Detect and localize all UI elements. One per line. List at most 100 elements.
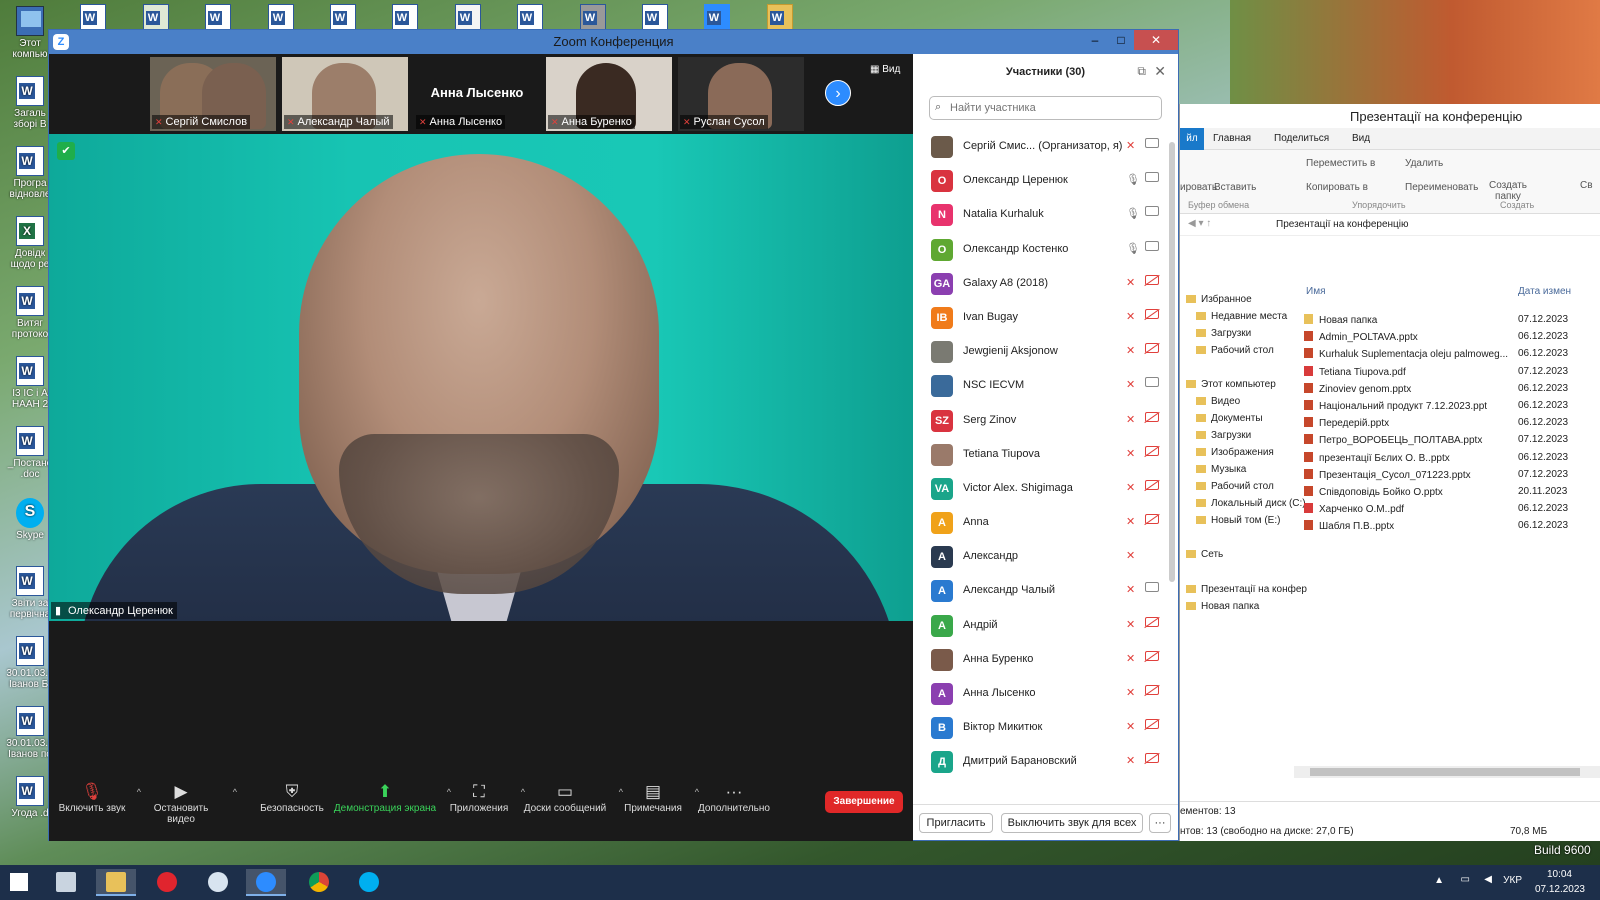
close-icon[interactable]: ✕ [1134, 30, 1178, 50]
video-camera-icon[interactable] [1145, 206, 1159, 217]
word-doc-icon[interactable] [205, 4, 231, 32]
clock-time[interactable]: 10:04 [1547, 869, 1572, 880]
column-date[interactable]: Дата измен [1518, 286, 1571, 297]
video-off-icon[interactable] [1145, 343, 1159, 354]
muted-mic-icon[interactable]: ✕ [1126, 413, 1135, 426]
muted-mic-icon[interactable]: ✕ [1126, 618, 1135, 631]
participant-row[interactable]: А Анна Лысенко ✕ [913, 677, 1178, 711]
apps-button[interactable]: ⛶ Приложения ^ [447, 781, 525, 814]
file-name[interactable]: Admin_POLTAVA.pptx [1304, 331, 1418, 343]
whiteboards-button[interactable]: ▭ Доски сообщений ^ [521, 781, 623, 814]
move-to-button[interactable]: Переместить в [1306, 158, 1375, 169]
video-camera-icon[interactable] [1145, 138, 1159, 148]
taskbar-calculator[interactable] [46, 869, 86, 896]
mic-icon[interactable]: 🎙 [1126, 242, 1140, 255]
nav-item[interactable]: Локальный диск (C:) [1196, 498, 1306, 509]
muted-mic-icon[interactable]: ✕ [1126, 447, 1135, 460]
app-icon[interactable] [143, 4, 169, 32]
nav-item[interactable]: Видео [1196, 396, 1240, 407]
file-name[interactable]: Харченко О.М..pdf [1304, 503, 1404, 515]
back-icon[interactable]: ◀ ▾ ↑ [1188, 218, 1211, 229]
taskbar-skype[interactable] [349, 869, 389, 896]
folder-icon[interactable] [767, 4, 793, 32]
nav-item[interactable]: Новая папка [1186, 601, 1259, 612]
nav-item[interactable]: Новый том (E:) [1196, 515, 1280, 526]
rename-button[interactable]: Переименовать [1405, 182, 1478, 193]
file-name[interactable]: презентації Бєлих О. В..pptx [1304, 452, 1450, 464]
muted-mic-icon[interactable]: ✕ [1126, 378, 1135, 391]
video-off-icon[interactable] [1145, 650, 1159, 661]
more-options-button[interactable]: ··· [1149, 813, 1171, 833]
participant-row[interactable]: О Олександр Церенюк 🎙 [913, 164, 1178, 198]
video-thumbnail[interactable]: Анна Лысенко Анна Лысенко [414, 57, 540, 131]
new-folder-button[interactable]: Создать папку [1488, 180, 1528, 202]
video-off-icon[interactable] [1145, 685, 1159, 695]
tab-share[interactable]: Поделиться [1274, 133, 1329, 144]
muted-mic-icon[interactable]: ✕ [1126, 344, 1135, 357]
nav-item[interactable]: Загрузки [1196, 328, 1251, 339]
taskbar-chrome[interactable] [299, 869, 339, 896]
properties-button[interactable]: Св [1580, 180, 1593, 191]
participant-row[interactable]: Jewgienij Aksjonow ✕ [913, 335, 1178, 369]
video-off-icon[interactable] [1145, 753, 1159, 764]
participant-row[interactable]: SZ Serg Zinov ✕ [913, 404, 1178, 438]
nav-item[interactable]: Этот компьютер [1186, 379, 1276, 390]
file-name[interactable]: Співдоповідь Бойко О.pptx [1304, 486, 1443, 498]
word-doc-icon[interactable] [330, 4, 356, 32]
tab-view[interactable]: Вид [1352, 133, 1370, 144]
file-name[interactable]: Шабля П.В..pptx [1304, 520, 1394, 532]
language-indicator[interactable]: УКР [1503, 875, 1522, 886]
nav-item[interactable]: Избранное [1186, 294, 1252, 305]
column-name[interactable]: Имя [1306, 286, 1325, 297]
mic-icon[interactable]: 🎙 [1126, 207, 1140, 220]
network-icon[interactable]: ▭ [1461, 874, 1470, 885]
taskbar-zoom[interactable] [246, 869, 286, 896]
delete-button[interactable]: Удалить [1405, 158, 1443, 169]
video-camera-icon[interactable] [1145, 240, 1159, 251]
participant-row[interactable]: А Александр Чалый ✕ [913, 574, 1178, 608]
video-off-icon[interactable] [1145, 514, 1159, 525]
tab-home[interactable]: Главная [1213, 133, 1251, 144]
video-thumbnail[interactable]: Александр Чалый [282, 57, 408, 131]
word-doc-icon[interactable] [80, 4, 106, 32]
taskbar-opera[interactable] [147, 869, 187, 896]
video-camera-icon[interactable] [1145, 172, 1159, 183]
participant-row[interactable]: Tetiana Tiupova ✕ [913, 438, 1178, 472]
muted-mic-icon[interactable]: ✕ [1126, 276, 1135, 289]
video-off-icon[interactable] [1145, 479, 1159, 490]
word-doc-icon[interactable] [268, 4, 294, 32]
taskbar-explorer[interactable] [96, 869, 136, 896]
nav-item[interactable]: Рабочий стол [1196, 481, 1274, 492]
video-thumbnail[interactable]: Анна Буренко [546, 57, 672, 131]
stop-video-button[interactable]: ▶ Остановить видео ^ [139, 781, 237, 825]
end-meeting-button[interactable]: Завершение [825, 791, 903, 813]
chevron-up-icon[interactable]: ^ [233, 787, 237, 797]
nav-item[interactable]: Рабочий стол [1196, 345, 1274, 356]
notes-button[interactable]: ▤ Примечания ^ [621, 781, 699, 814]
video-off-icon[interactable] [1145, 411, 1159, 422]
file-name[interactable]: Zinoviev genom.pptx [1304, 383, 1411, 395]
nav-item[interactable]: Недавние места [1196, 311, 1287, 322]
muted-mic-icon[interactable]: ✕ [1126, 310, 1135, 323]
participant-row[interactable]: А Андрій ✕ [913, 609, 1178, 643]
encryption-shield-icon[interactable]: ✔ [57, 142, 75, 160]
volume-icon[interactable]: ◀ [1484, 874, 1492, 885]
file-name[interactable]: Передерій.pptx [1304, 417, 1389, 429]
start-button[interactable] [0, 869, 40, 896]
nav-item[interactable]: Презентації на конфер [1186, 584, 1307, 595]
participant-row[interactable]: Анна Буренко ✕ [913, 643, 1178, 677]
muted-mic-icon[interactable]: ✕ [1126, 549, 1135, 562]
file-name[interactable]: Петро_ВОРОБЕЦЬ_ПОЛТАВА.pptx [1304, 434, 1482, 446]
participant-row[interactable]: Д Дмитрий Барановский ✕ [913, 745, 1178, 778]
more-button[interactable]: ··· Дополнительно [695, 781, 773, 814]
participant-row[interactable]: N Natalia Kurhaluk 🎙 [913, 198, 1178, 232]
close-panel-icon[interactable]: ✕ [1154, 63, 1166, 80]
muted-mic-icon[interactable]: ✕ [1126, 686, 1135, 699]
explorer-title-bar[interactable]: Презентації на конференцію [1180, 104, 1600, 128]
security-button[interactable]: ⛨ Безопасность [257, 781, 327, 814]
participant-search-input[interactable] [950, 97, 1161, 119]
video-off-icon[interactable] [1145, 308, 1159, 319]
participant-row[interactable]: Сергій Смис... (Организатор, я) ✕ [913, 130, 1178, 164]
muted-mic-icon[interactable]: ✕ [1126, 515, 1135, 528]
video-thumbnail[interactable]: Руслан Сусол [678, 57, 804, 131]
